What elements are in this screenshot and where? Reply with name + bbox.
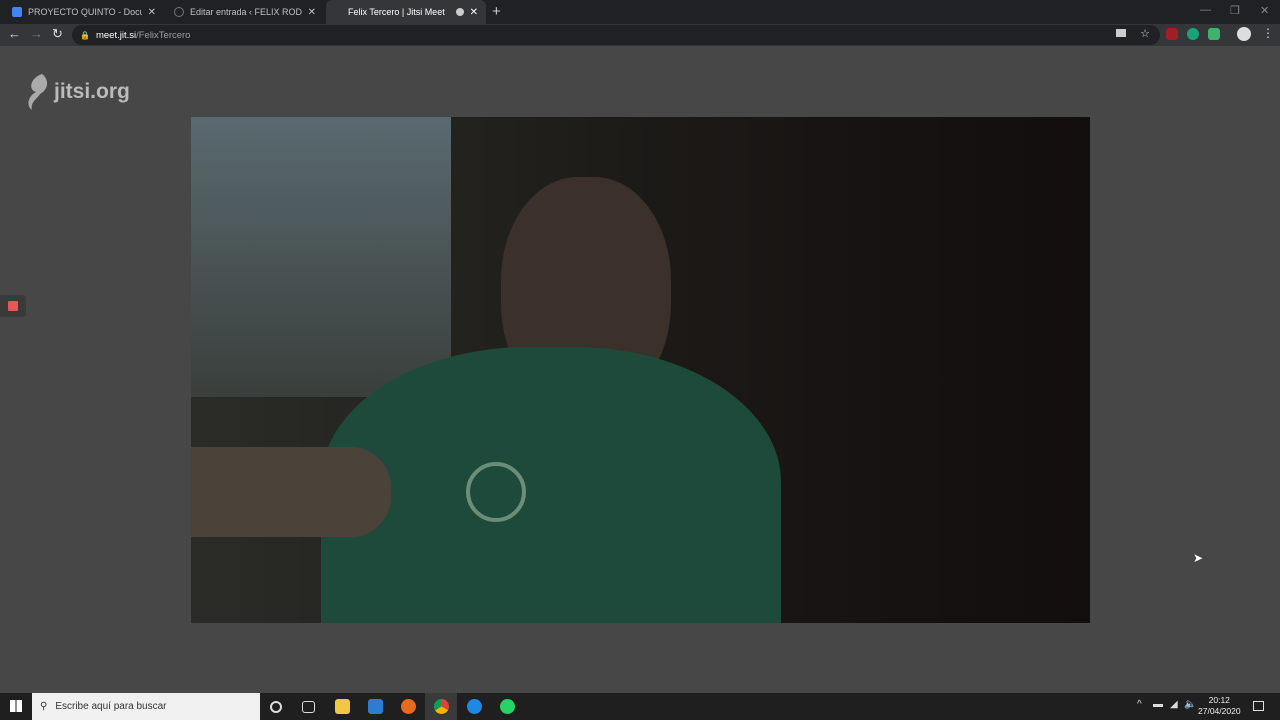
- wifi-icon[interactable]: ◢: [1170, 699, 1178, 710]
- tab-jitsi-meet[interactable]: Felix Tercero | Jitsi Meet ✕: [326, 0, 486, 24]
- jitsi-logo-icon: [28, 74, 48, 110]
- close-tab-icon[interactable]: ✕: [308, 7, 316, 18]
- reload-button[interactable]: ↻: [52, 26, 63, 42]
- notifications-icon[interactable]: [1253, 701, 1264, 711]
- video-feed: [191, 117, 1090, 623]
- back-button[interactable]: ←: [8, 26, 21, 41]
- file-explorer-icon[interactable]: [335, 699, 350, 714]
- mouse-cursor: ➤: [1193, 551, 1204, 565]
- lock-icon: 🔒: [80, 30, 90, 40]
- firefox-icon[interactable]: [401, 699, 416, 714]
- new-tab-button[interactable]: +: [492, 3, 501, 20]
- tab-editar-entrada[interactable]: Editar entrada ‹ FELIX RODRIGUEZ ✕: [166, 0, 324, 24]
- minimize-button[interactable]: —: [1200, 4, 1211, 16]
- window-background: [191, 117, 451, 397]
- taskbar-search[interactable]: ⚲ Escribe aquí para buscar: [32, 693, 260, 720]
- shirt-logo: [466, 462, 526, 522]
- tab-proyecto-quinto[interactable]: PROYECTO QUINTO - Documento ✕: [4, 0, 164, 24]
- mail-icon[interactable]: [368, 699, 383, 714]
- close-tab-icon[interactable]: ✕: [148, 7, 156, 18]
- recording-indicator[interactable]: [0, 295, 26, 317]
- cortana-icon[interactable]: [270, 701, 282, 713]
- outlook-icon[interactable]: [467, 699, 482, 714]
- show-hidden-icons[interactable]: ^: [1137, 699, 1142, 710]
- ublock-icon[interactable]: [1166, 28, 1178, 40]
- close-window-button[interactable]: ✕: [1260, 4, 1269, 17]
- docs-icon: [12, 7, 22, 17]
- browser-toolbar: ← → ↻ 🔒 meet.jit.si/FelixTercero ☆ ⋮: [0, 24, 1280, 46]
- profile-avatar[interactable]: [1237, 27, 1251, 41]
- taskbar: ⚲ Escribe aquí para buscar ^ ▬ ◢ 🔈 20:12…: [0, 693, 1280, 720]
- volume-icon[interactable]: 🔈: [1184, 699, 1196, 710]
- jitsi-logo[interactable]: jitsi.org: [24, 72, 130, 112]
- task-view-icon[interactable]: [302, 701, 315, 713]
- restore-button[interactable]: ❐: [1230, 4, 1240, 17]
- shield-extension-icon[interactable]: [1187, 28, 1199, 40]
- tab-strip: PROYECTO QUINTO - Documento ✕ Editar ent…: [0, 0, 1280, 24]
- chrome-icon[interactable]: [434, 699, 449, 714]
- clock[interactable]: 20:12 27/04/2020: [1198, 695, 1241, 717]
- close-tab-icon[interactable]: ✕: [470, 7, 478, 18]
- menu-icon[interactable]: ⋮: [1262, 26, 1274, 40]
- battery-icon[interactable]: ▬: [1153, 699, 1163, 710]
- star-icon[interactable]: ☆: [1140, 27, 1150, 40]
- search-icon: ⚲: [40, 701, 48, 712]
- wordpress-icon: [174, 7, 184, 17]
- forward-button[interactable]: →: [30, 26, 43, 41]
- record-icon: [8, 301, 18, 311]
- whatsapp-icon[interactable]: [500, 699, 515, 714]
- recording-icon: [455, 8, 464, 16]
- camera-icon[interactable]: [1116, 29, 1126, 37]
- address-bar[interactable]: 🔒 meet.jit.si/FelixTercero ☆: [72, 25, 1160, 45]
- person-arm: [191, 447, 391, 537]
- extension-icon[interactable]: [1208, 28, 1220, 40]
- windows-start-icon[interactable]: [10, 700, 22, 712]
